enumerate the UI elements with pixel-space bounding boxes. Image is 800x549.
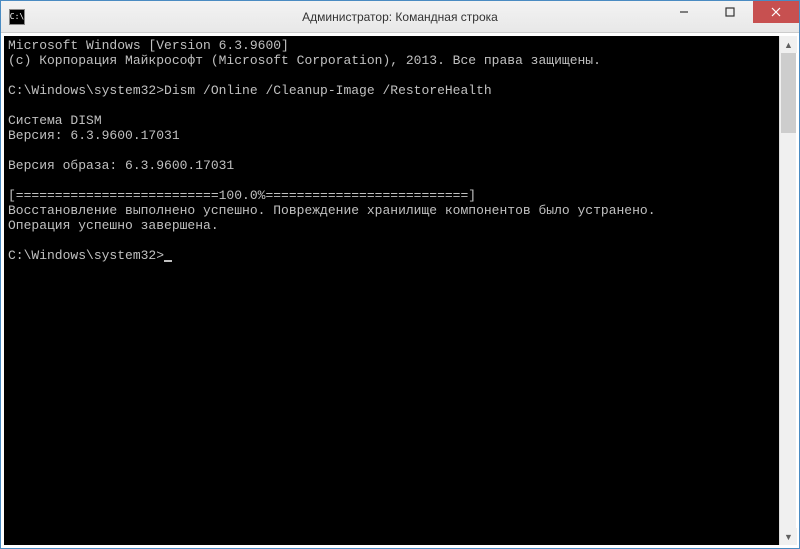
titlebar[interactable]: C:\ Администратор: Командная строка: [1, 1, 799, 33]
console-area: Microsoft Windows [Version 6.3.9600](c) …: [1, 33, 799, 548]
vertical-scrollbar[interactable]: ▲ ▼: [779, 36, 796, 545]
console-line: [8, 173, 775, 188]
close-button[interactable]: [753, 1, 799, 23]
console-line: C:\Windows\system32>: [8, 248, 775, 263]
console-line: [8, 68, 775, 83]
console-line: Cистема DISM: [8, 113, 775, 128]
window-controls: [661, 1, 799, 32]
console-line: Версия: 6.3.9600.17031: [8, 128, 775, 143]
scroll-up-arrow-icon[interactable]: ▲: [780, 36, 797, 53]
console-line: [8, 98, 775, 113]
scroll-down-arrow-icon[interactable]: ▼: [780, 528, 797, 545]
console-line: [==========================100.0%=======…: [8, 188, 775, 203]
console-line: Операция успешно завершена.: [8, 218, 775, 233]
console-line: Microsoft Windows [Version 6.3.9600]: [8, 38, 775, 53]
console-line: (c) Корпорация Майкрософт (Microsoft Cor…: [8, 53, 775, 68]
console-line: [8, 143, 775, 158]
scroll-thumb[interactable]: [781, 53, 796, 133]
console-output[interactable]: Microsoft Windows [Version 6.3.9600](c) …: [4, 36, 779, 545]
console-line: Версия образа: 6.3.9600.17031: [8, 158, 775, 173]
console-line: Восстановление выполнено успешно. Повреж…: [8, 203, 775, 218]
maximize-button[interactable]: [707, 1, 753, 23]
minimize-button[interactable]: [661, 1, 707, 23]
app-icon-label: C:\: [10, 12, 24, 21]
console-line: C:\Windows\system32>Dism /Online /Cleanu…: [8, 83, 775, 98]
cursor: [164, 260, 172, 262]
app-icon: C:\: [9, 9, 25, 25]
console-line: [8, 233, 775, 248]
command-prompt-window: C:\ Администратор: Командная строка Micr…: [0, 0, 800, 549]
window-title: Администратор: Командная строка: [302, 10, 498, 24]
